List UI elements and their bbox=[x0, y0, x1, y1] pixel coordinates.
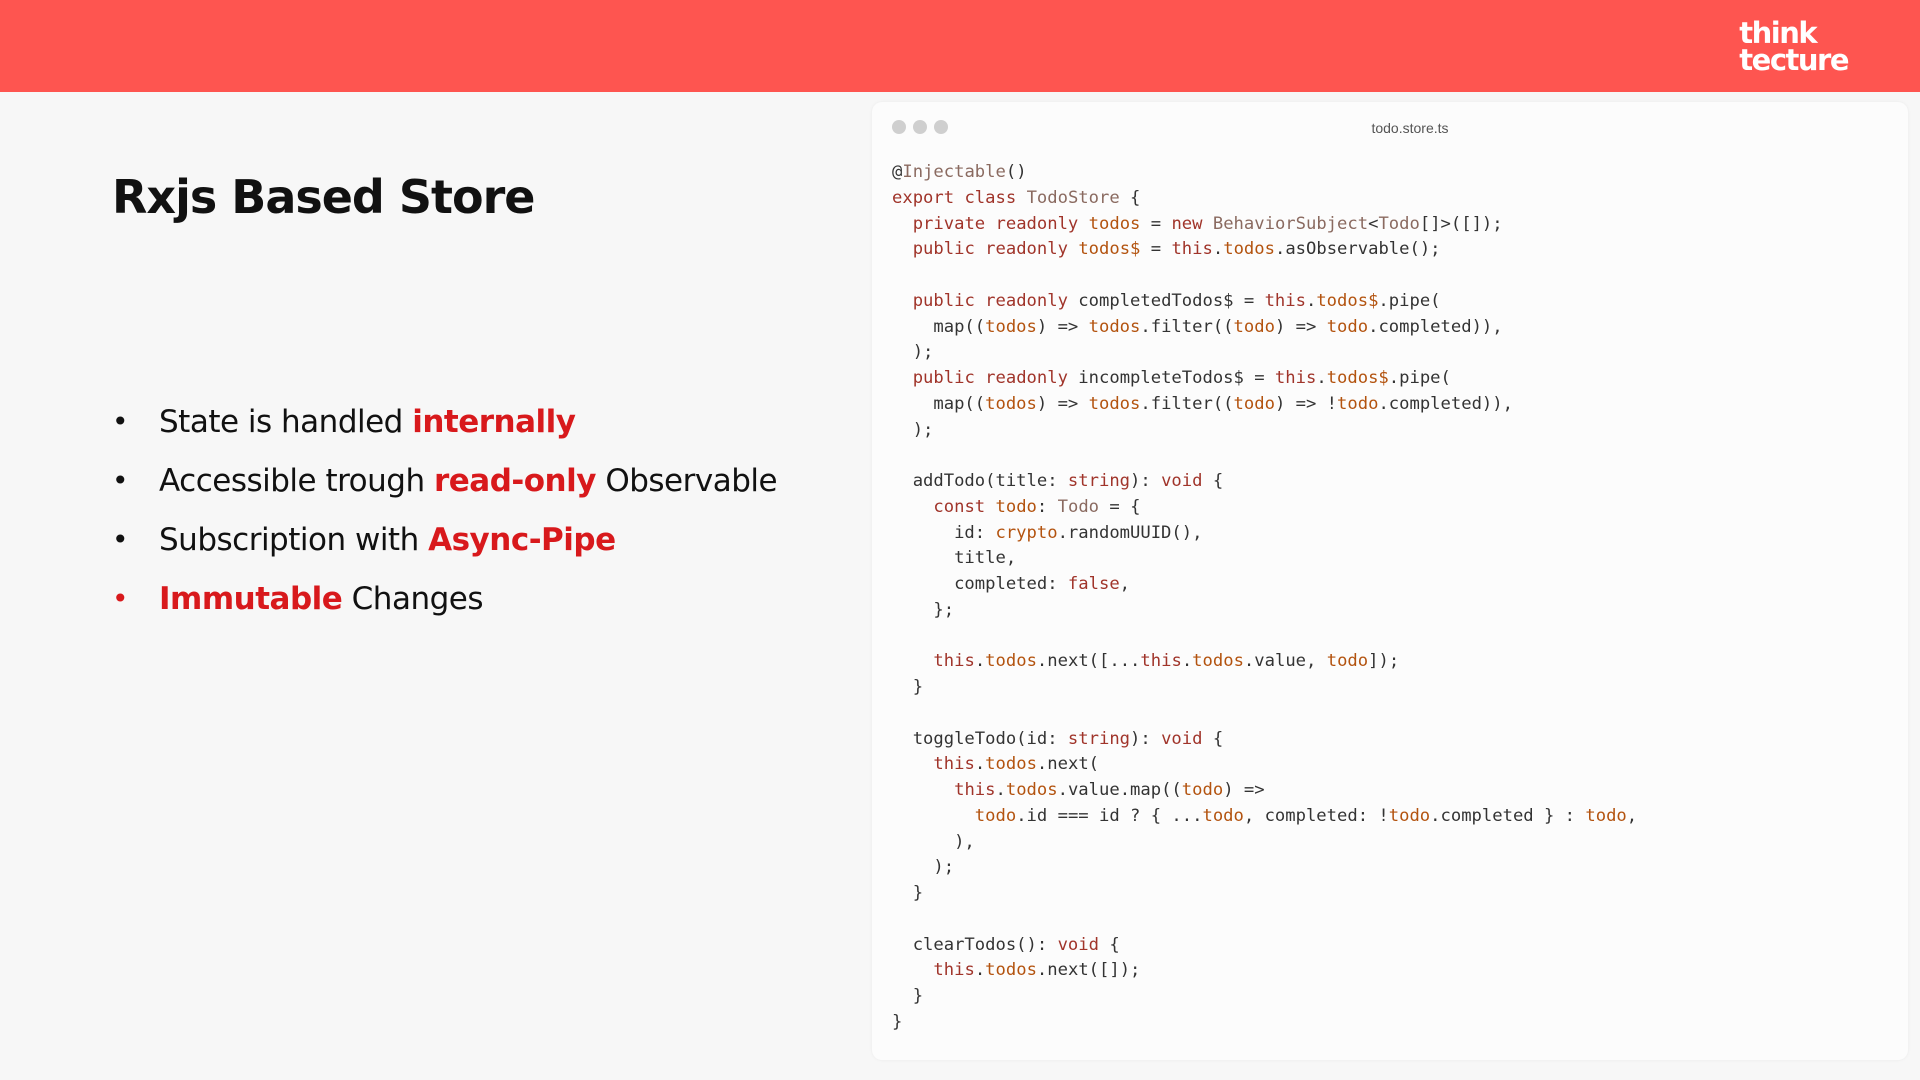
code-line: this.todos.next([...this.todos.value, to… bbox=[933, 651, 1400, 672]
code-line: public readonly todos$ = this.todos.asOb… bbox=[912, 239, 1441, 260]
code-line: } bbox=[892, 1011, 903, 1032]
code-window: todo.store.ts @Injectable() export class … bbox=[872, 102, 1908, 1060]
code-line: title, bbox=[892, 548, 1017, 569]
bullet-dot-icon: • bbox=[112, 405, 129, 438]
code-line: this.todos.next([]); bbox=[933, 960, 1141, 981]
code-line: ); bbox=[892, 857, 955, 878]
code-filename: todo.store.ts bbox=[1371, 120, 1449, 136]
code-line: ); bbox=[892, 419, 934, 440]
code-line: private readonly todos = new BehaviorSub… bbox=[912, 213, 1503, 234]
code-line: const todo: Todo = { bbox=[933, 496, 1141, 517]
code-line: ); bbox=[892, 342, 934, 363]
bullet-item: • State is handled internally bbox=[112, 398, 777, 457]
logo-line-2: tecture bbox=[1739, 43, 1849, 77]
code-line: ), bbox=[892, 831, 975, 852]
header-bar: think tecture bbox=[0, 0, 1920, 92]
bullet-dot-icon: • bbox=[112, 464, 129, 497]
code-line: public readonly incompleteTodos$ = this.… bbox=[912, 368, 1451, 388]
code-line: } bbox=[892, 677, 924, 697]
code-line: public readonly completedTodos$ = this.t… bbox=[912, 290, 1441, 311]
bullet-highlight: read-only bbox=[433, 463, 597, 499]
bullet-text-after: Observable bbox=[595, 463, 778, 499]
bullet-dot-icon: • bbox=[112, 523, 129, 556]
code-line: ​ bbox=[892, 443, 1637, 469]
bullet-highlight: internally bbox=[412, 404, 576, 440]
code-line: } bbox=[892, 883, 924, 903]
code-line: this.todos.next( bbox=[933, 754, 1100, 775]
bullet-highlight: Async-Pipe bbox=[428, 522, 616, 558]
bullet-list: • State is handled internally • Accessible… bbox=[112, 398, 778, 634]
code-line: ​ bbox=[892, 624, 1637, 650]
bullet-item: • Immutable Changes bbox=[112, 575, 777, 634]
bullet-text: Accessible trough bbox=[159, 463, 434, 499]
bullet-text-after: Changes bbox=[342, 581, 484, 617]
bullet-dot-icon: • bbox=[112, 582, 129, 615]
bullet-item: • Accessible trough read-only Observable bbox=[112, 457, 778, 516]
code-line: map((todos) => todos.filter((todo) => !t… bbox=[892, 393, 1513, 414]
code-line: id: crypto.randomUUID(), bbox=[892, 522, 1203, 543]
slide-title: Rxjs Based Store bbox=[112, 170, 535, 224]
code-line: } bbox=[892, 986, 924, 1006]
code-line: completed: false, bbox=[892, 574, 1131, 594]
code-line: ​ bbox=[892, 907, 1637, 933]
code-line: clearTodos(): void { bbox=[892, 934, 1120, 955]
bullet-highlight: Immutable bbox=[159, 581, 343, 617]
bullet-item: • Subscription with Async-Pipe bbox=[112, 516, 777, 575]
code-line: ​ bbox=[892, 701, 1637, 727]
code-line: ​ bbox=[892, 263, 1637, 289]
bullet-text: State is handled bbox=[159, 404, 413, 440]
bullet-text: Subscription with bbox=[159, 522, 429, 558]
code-line: export class TodoStore { bbox=[892, 187, 1141, 208]
code-line: }; bbox=[892, 599, 955, 620]
code-line: toggleTodo(id: string): void { bbox=[892, 728, 1224, 749]
code-line: @Injectable() bbox=[892, 162, 1027, 182]
thinktecture-logo: think tecture bbox=[1739, 19, 1849, 77]
code-block: @Injectable() export class TodoStore { pr… bbox=[892, 160, 1637, 1036]
code-line: todo.id === id ? { ...todo, completed: !… bbox=[974, 805, 1638, 826]
code-line: map((todos) => todos.filter((todo) => to… bbox=[892, 316, 1503, 337]
code-line: this.todos.value.map((todo) => bbox=[954, 780, 1265, 800]
code-line: addTodo(title: string): void { bbox=[892, 471, 1224, 491]
